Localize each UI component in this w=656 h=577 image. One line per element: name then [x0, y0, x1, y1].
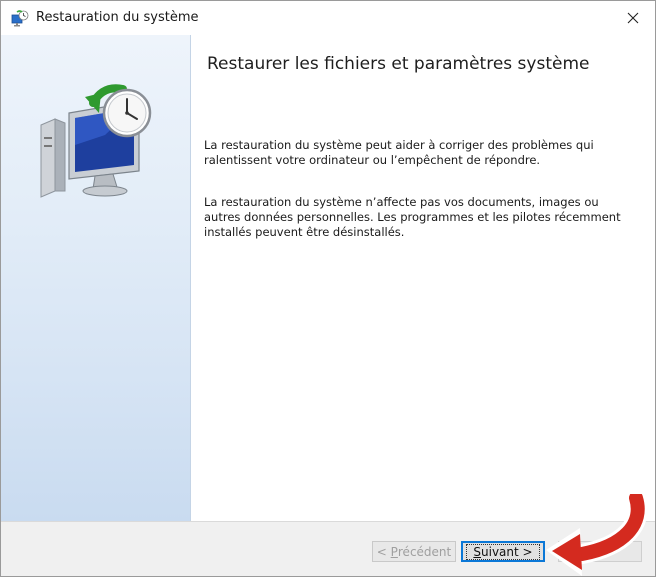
description-paragraph-2: La restauration du système n’affecte pas… [204, 195, 621, 239]
next-button-label: uivant > [481, 544, 533, 559]
description-paragraph-1: La restauration du système peut aider à … [204, 138, 594, 167]
sidebar-panel [1, 35, 191, 521]
next-button[interactable]: Suivant > [461, 541, 545, 562]
monitor-restore-clock-icon [40, 84, 152, 198]
close-icon [627, 12, 639, 24]
title-bar[interactable]: Restauration du système [1, 1, 655, 35]
next-button-mnemonic: S [473, 544, 482, 559]
previous-button[interactable]: < Précédent [372, 541, 456, 562]
previous-button-mnemonic: P [390, 544, 398, 559]
system-restore-window: Restauration du système Restaurer les fi… [0, 0, 656, 577]
previous-button-prefix: < [376, 544, 391, 559]
previous-button-label: récédent [397, 544, 452, 559]
cancel-button-obscured[interactable] [558, 541, 642, 562]
close-button[interactable] [617, 5, 649, 31]
page-title: Restaurer les fichiers et paramètres sys… [207, 54, 590, 74]
next-button-focus: Suivant > [466, 543, 540, 560]
system-restore-icon [11, 10, 29, 27]
window-title: Restauration du système [36, 10, 199, 25]
button-bar: < Précédent Suivant > [1, 521, 655, 576]
main-content: Restaurer les fichiers et paramètres sys… [191, 35, 655, 521]
